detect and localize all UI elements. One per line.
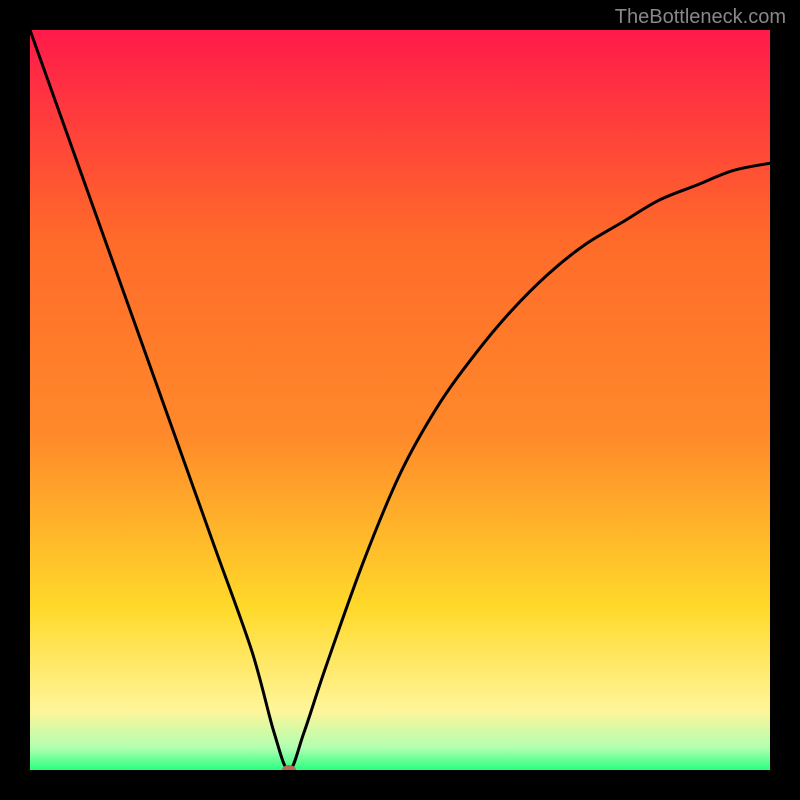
chart-background [30, 30, 770, 770]
chart-svg [30, 30, 770, 770]
chart-viewport [30, 30, 770, 770]
watermark-text: TheBottleneck.com [615, 6, 786, 29]
